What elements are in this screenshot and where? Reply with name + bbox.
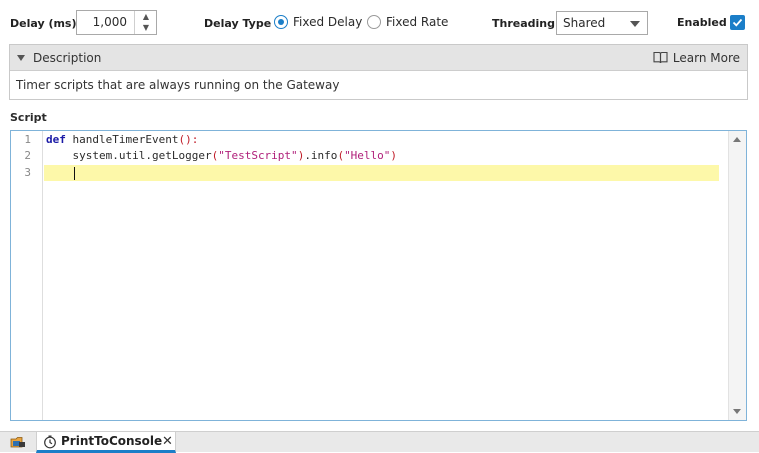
vertical-scrollbar[interactable] — [728, 131, 746, 420]
bottom-tab-bar: PrintToConsole ✕ — [0, 431, 759, 453]
code-paren: (): — [178, 133, 199, 146]
learn-more-link[interactable]: Learn More — [653, 45, 740, 71]
radio-unchecked-icon[interactable] — [367, 15, 381, 29]
collapse-caret-icon[interactable] — [17, 55, 25, 61]
book-icon — [653, 51, 668, 64]
text-caret — [74, 167, 75, 180]
script-editor[interactable]: 1 2 3 def handleTimerEvent(): system.uti… — [10, 130, 747, 421]
delay-spinner[interactable]: 1,000 ▲ ▼ — [76, 10, 157, 35]
project-browser-icon[interactable] — [10, 435, 26, 452]
code-string: "Hello" — [344, 149, 391, 162]
description-header[interactable]: Description Learn More — [10, 45, 747, 71]
threading-value: Shared — [563, 16, 606, 30]
description-panel: Description Learn More Timer scripts tha… — [9, 44, 748, 100]
radio-fixed-rate[interactable]: Fixed Rate — [367, 14, 452, 32]
delay-label: Delay (ms) — [10, 17, 77, 30]
folder-lock-icon — [10, 437, 25, 448]
enabled-label: Enabled — [677, 16, 727, 29]
spinner-up-icon[interactable]: ▲ — [135, 11, 157, 22]
code-string: "TestScript" — [218, 149, 298, 162]
radio-fixed-delay[interactable]: Fixed Delay — [274, 14, 364, 32]
code-text: system.util.getLogger — [72, 149, 212, 162]
chevron-down-icon — [630, 21, 640, 27]
description-text: Timer scripts that are always running on… — [16, 78, 340, 92]
threading-dropdown[interactable]: Shared — [556, 11, 648, 35]
radio-checked-icon[interactable] — [274, 15, 288, 29]
script-label: Script — [10, 111, 47, 124]
line-number-gutter: 1 2 3 — [11, 131, 43, 420]
code-text: .info — [304, 149, 338, 162]
enabled-checkbox[interactable] — [730, 15, 745, 30]
radio-fixed-delay-label: Fixed Delay — [293, 15, 363, 29]
radio-fixed-rate-label: Fixed Rate — [386, 15, 449, 29]
scroll-down-icon[interactable] — [733, 409, 741, 414]
learn-more-label: Learn More — [672, 51, 740, 65]
tab-print-to-console[interactable]: PrintToConsole ✕ — [36, 432, 176, 453]
close-icon[interactable]: ✕ — [162, 432, 173, 451]
line-number: 2 — [24, 149, 31, 162]
threading-label: Threading — [492, 17, 555, 30]
line-number: 1 — [24, 133, 31, 146]
code-keyword: def — [46, 133, 66, 146]
spinner-buttons: ▲ ▼ — [134, 11, 156, 34]
tab-label: PrintToConsole — [61, 434, 163, 448]
checkmark-icon — [732, 18, 743, 27]
spinner-down-icon[interactable]: ▼ — [135, 22, 157, 33]
code-line[interactable]: system.util.getLogger("TestScript").info… — [44, 148, 719, 164]
description-title: Description — [33, 51, 102, 65]
code-text: handleTimerEvent — [65, 133, 179, 146]
code-area[interactable]: def handleTimerEvent(): system.util.getL… — [44, 131, 719, 420]
line-number: 3 — [24, 166, 31, 179]
timer-settings-toolbar: Delay (ms) 1,000 ▲ ▼ Delay Type Fixed De… — [0, 0, 759, 44]
delay-input[interactable]: 1,000 — [77, 11, 133, 34]
delay-type-label: Delay Type — [204, 17, 272, 30]
timer-icon — [44, 435, 56, 449]
code-line[interactable]: def handleTimerEvent(): — [44, 132, 719, 148]
scroll-up-icon[interactable] — [733, 137, 741, 142]
code-line-current[interactable] — [44, 165, 719, 181]
code-paren: ) — [390, 149, 398, 162]
